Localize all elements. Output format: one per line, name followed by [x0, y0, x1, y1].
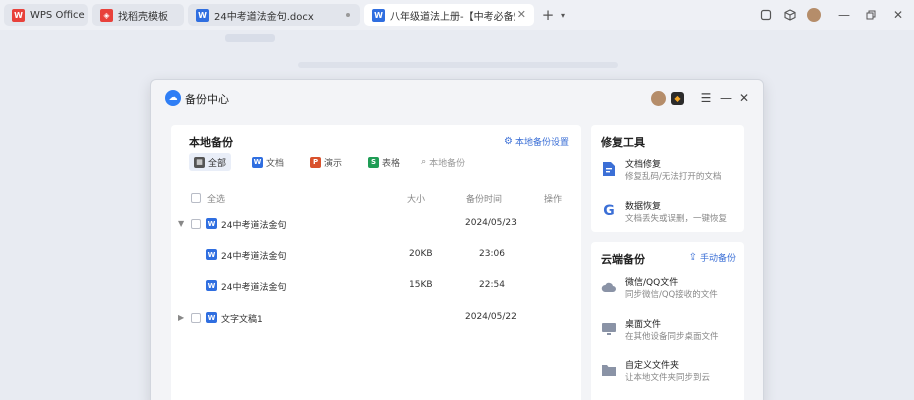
window-switch-icon[interactable] [758, 7, 774, 23]
table-row[interactable]: W 24中考道法金句 15KB 22:54 [171, 276, 581, 298]
data-recovery-item[interactable]: G 数据恢复 文档丢失或误删，一键恢复 [601, 197, 741, 227]
backup-center-logo-icon: ☁ [165, 90, 181, 106]
local-backup-panel: 本地备份 ⚙ 本地备份设置 ▦ 全部 W 文档 P 演示 S 表格 ⌕ 本地备份… [171, 125, 581, 400]
search-icon: ⌕ [421, 157, 427, 167]
filter-presentations[interactable]: P 演示 [305, 153, 347, 171]
close-window-icon[interactable]: ✕ [890, 7, 906, 23]
cloud-sync-icon [601, 279, 617, 295]
word-doc-icon: W [206, 249, 217, 260]
tab-doc-24[interactable]: W 24中考道法金句.docx [188, 4, 360, 26]
folder-icon [601, 362, 617, 378]
chevron-down-icon[interactable]: ▾ [555, 7, 571, 23]
new-tab-icon[interactable]: + [540, 6, 556, 24]
tab-wps-office[interactable]: W WPS Office [4, 4, 88, 26]
dialog-title: 备份中心 [185, 93, 229, 106]
tab-doc-grade8[interactable]: W 八年级道法上册-【中考必备知识 ✕ [364, 4, 534, 26]
user-avatar[interactable] [806, 7, 822, 23]
desktop-monitor-icon [601, 321, 617, 337]
local-backup-title: 本地备份 [189, 136, 233, 149]
manual-backup-button[interactable]: ⇪ 手动备份 [689, 251, 736, 264]
menu-icon[interactable]: ☰ [699, 90, 713, 106]
close-tab-icon[interactable]: ✕ [517, 8, 526, 21]
table-row[interactable]: W 24中考道法金句 20KB 23:06 [171, 245, 581, 267]
word-doc-icon: W [372, 8, 385, 22]
unsaved-dot-icon [346, 13, 350, 17]
word-doc-icon: W [252, 156, 264, 168]
restore-icon[interactable] [863, 7, 879, 23]
table-row[interactable]: ▼ W 24中考道法金句 2024/05/23 [171, 214, 581, 236]
wps-logo-icon: W [12, 8, 25, 22]
row-checkbox[interactable] [191, 313, 201, 323]
repair-tools-panel: 修复工具 文档修复 修复乱码/无法打开的文档 G 数据恢复 文档丢失或误删，一键… [591, 125, 744, 232]
tab-docer-template[interactable]: ◈ 找稻壳模板 [92, 4, 184, 26]
filter-all[interactable]: ▦ 全部 [189, 153, 232, 171]
dialog-minimize-icon[interactable]: — [719, 90, 733, 106]
dialog-close-icon[interactable]: ✕ [737, 90, 751, 106]
gear-icon: ⚙ [504, 136, 513, 147]
wechat-qq-files-item[interactable]: 微信/QQ文件 同步微信/QQ接收的文件 [601, 273, 741, 303]
cloud-backup-panel: 云端备份 ⇪ 手动备份 微信/QQ文件 同步微信/QQ接收的文件 桌面文件 在其… [591, 242, 744, 400]
custom-folder-item[interactable]: 自定义文件夹 让本地文件夹同步到云 [601, 356, 741, 386]
table-row[interactable]: ▶ W 文字文稿1 2024/05/22 [171, 308, 581, 330]
doc-repair-icon [601, 161, 617, 177]
word-doc-icon: W [206, 312, 217, 323]
backup-center-dialog: ☁ 备份中心 ◆ ☰ — ✕ 本地备份 ⚙ 本地备份设置 ▦ 全部 W 文档 P… [150, 79, 764, 400]
dialog-avatar[interactable] [651, 91, 666, 106]
word-doc-icon: W [206, 280, 217, 291]
doc-repair-item[interactable]: 文档修复 修复乱码/无法打开的文档 [601, 155, 741, 185]
expand-arrow-icon[interactable]: ▶ [178, 313, 184, 322]
search-input[interactable]: ⌕ 本地备份 [421, 156, 465, 169]
minimize-icon[interactable]: — [836, 7, 852, 23]
filter-sheets[interactable]: S 表格 [363, 153, 405, 171]
filter-docs[interactable]: W 文档 [247, 153, 289, 171]
member-badge-icon[interactable]: ◆ [671, 92, 684, 105]
row-checkbox[interactable] [191, 219, 201, 229]
collapse-arrow-icon[interactable]: ▼ [178, 219, 184, 228]
title-bar: W WPS Office ◈ 找稻壳模板 W 24中考道法金句.docx W 八… [0, 0, 914, 30]
desktop-files-item[interactable]: 桌面文件 在其他设备同步桌面文件 [601, 315, 741, 345]
table-header: 全选 大小 备份时间 操作 [171, 190, 581, 206]
cloud-backup-title: 云端备份 [601, 253, 645, 266]
word-doc-icon: W [196, 8, 209, 22]
ppt-icon: P [310, 156, 322, 168]
data-recovery-icon: G [603, 203, 615, 219]
repair-tools-title: 修复工具 [601, 136, 645, 149]
background-blur [298, 62, 618, 68]
local-backup-settings-link[interactable]: ⚙ 本地备份设置 [504, 135, 569, 148]
background-blur [225, 34, 275, 42]
grid-icon: ▦ [194, 156, 205, 168]
select-all-checkbox[interactable] [191, 193, 201, 203]
filter-bar: ▦ 全部 W 文档 P 演示 S 表格 ⌕ 本地备份 [189, 153, 465, 171]
docer-icon: ◈ [100, 8, 113, 22]
upload-icon: ⇪ [688, 252, 697, 263]
word-doc-icon: W [206, 218, 217, 229]
sheet-icon: S [368, 156, 380, 168]
cube-icon[interactable] [782, 7, 798, 23]
